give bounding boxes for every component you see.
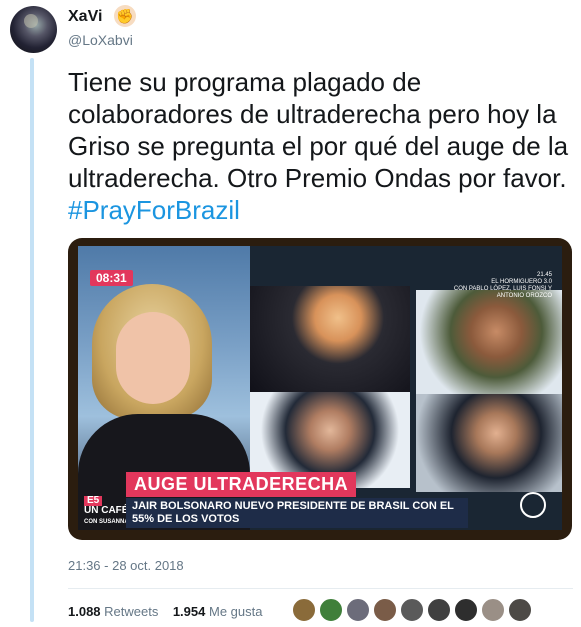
liker-avatar[interactable] xyxy=(427,598,451,622)
tweet-stats: 1.088 Retweets 1.954 Me gusta xyxy=(68,604,262,619)
retweets-label[interactable]: Retweets xyxy=(104,604,158,619)
banner-caption: JAIR BOLSONARO NUEVO PRESIDENTE DE BRASI… xyxy=(126,498,468,528)
retweets-count[interactable]: 1.088 xyxy=(68,604,101,619)
liker-avatar[interactable] xyxy=(319,598,343,622)
liker-avatar[interactable] xyxy=(292,598,316,622)
liker-avatar[interactable] xyxy=(400,598,424,622)
tweet-timestamp[interactable]: 21:36 - 28 oct. 2018 xyxy=(68,558,184,573)
next-show-guests: CON PABLO LÓPEZ, LUIS FONSI Y ANTONIO OR… xyxy=(453,286,552,299)
next-show-time: 21.45 xyxy=(536,272,552,278)
clock-badge: 08:31 xyxy=(90,270,133,286)
avatar[interactable] xyxy=(10,6,57,53)
banner-title: AUGE ULTRADERECHA xyxy=(126,472,357,497)
tweet-text: Tiene su programa plagado de colaborador… xyxy=(68,66,573,226)
channel-logo-icon xyxy=(520,492,546,518)
liker-avatar[interactable] xyxy=(373,598,397,622)
likers-avatars xyxy=(292,598,535,622)
raised-fist-icon: ✊ xyxy=(114,5,136,27)
liker-avatar[interactable] xyxy=(454,598,478,622)
likes-count[interactable]: 1.954 xyxy=(173,604,206,619)
show-logo-name: UN CAFÉ xyxy=(84,505,129,516)
likes-label[interactable]: Me gusta xyxy=(209,604,262,619)
liker-avatar[interactable] xyxy=(346,598,370,622)
liker-avatar[interactable] xyxy=(481,598,505,622)
next-show-info: 21.45 EL HORMIGUERO 3.0 CON PABLO LÓPEZ,… xyxy=(442,272,552,300)
hashtag-link[interactable]: #PrayForBrazil xyxy=(68,195,240,225)
presenter-face xyxy=(116,312,190,404)
liker-avatar[interactable] xyxy=(508,598,532,622)
divider xyxy=(68,588,573,589)
photo-politician-2 xyxy=(416,290,562,394)
tv-screen: 08:31 21.45 EL HORMIGUERO 3.0 CON PABLO … xyxy=(78,246,562,530)
thread-line xyxy=(30,58,34,622)
photo-politician-4 xyxy=(416,394,562,492)
user-handle[interactable]: @LoXabvi xyxy=(68,32,133,48)
show-logo-sub: CON SUSANNA xyxy=(84,519,129,525)
next-show-title: EL HORMIGUERO 3.0 xyxy=(491,279,552,285)
banner-caption-line1: JAIR BOLSONARO NUEVO PRESIDENTE DE BRASI… xyxy=(132,500,454,512)
banner-caption-line2: 55% DE LOS VOTOS xyxy=(132,513,240,525)
display-name[interactable]: XaVi xyxy=(68,8,102,26)
show-logo: E5 UN CAFÉ CON SUSANNA xyxy=(84,496,129,527)
tweet-media[interactable]: 08:31 21.45 EL HORMIGUERO 3.0 CON PABLO … xyxy=(68,238,572,540)
photo-politician-1 xyxy=(250,286,410,392)
tweet-body: Tiene su programa plagado de colaborador… xyxy=(68,67,569,193)
